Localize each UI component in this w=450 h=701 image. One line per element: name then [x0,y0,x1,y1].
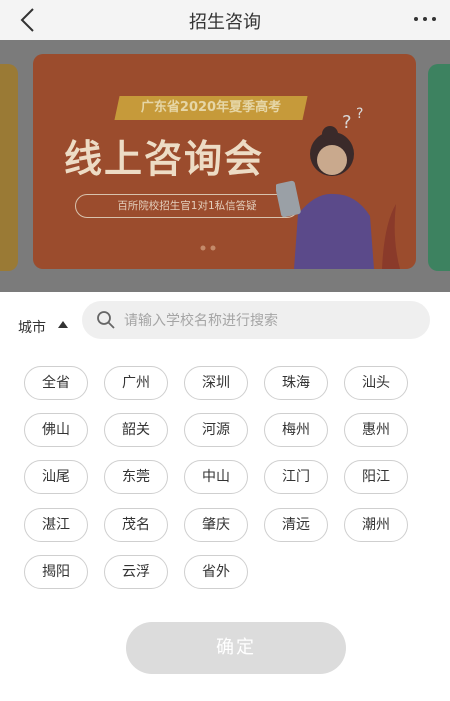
carousel-indicator [200,245,216,251]
confirm-button[interactable]: 确定 [126,622,346,674]
city-filter-label[interactable]: 城市 [18,317,46,337]
city-chip[interactable]: 广州 [104,366,168,400]
city-chip[interactable]: 阳江 [344,460,408,494]
top-bar: 招生咨询 [0,0,450,40]
search-bar[interactable] [82,301,430,341]
city-chip[interactable]: 梅州 [264,413,328,447]
search-icon [97,311,115,329]
city-chip[interactable]: 省外 [184,555,248,589]
city-chip[interactable]: 揭阳 [24,555,88,589]
city-chip[interactable]: 汕头 [344,366,408,400]
city-chip[interactable]: 汕尾 [24,460,88,494]
more-icon[interactable] [414,17,436,21]
banner-carousel[interactable]: 广东省2020年夏季高考 线上咨询会 百所院校招生官1对1私信答疑 ? ? [0,40,450,292]
banner-subtitle: 百所院校招生官1对1私信答疑 [75,194,299,218]
city-chip[interactable]: 惠州 [344,413,408,447]
banner-slide[interactable]: 广东省2020年夏季高考 线上咨询会 百所院校招生官1对1私信答疑 ? ? [33,54,416,269]
caret-up-icon[interactable] [58,321,68,328]
svg-text:?: ? [356,106,363,122]
city-chip[interactable]: 肇庆 [184,508,248,542]
city-chip[interactable]: 潮州 [344,508,408,542]
city-chip[interactable]: 韶关 [104,413,168,447]
city-chip[interactable]: 湛江 [24,508,88,542]
city-chip[interactable]: 全省 [24,366,88,400]
city-chip[interactable]: 珠海 [264,366,328,400]
banner-prev-slide[interactable] [0,64,18,271]
city-chip[interactable]: 深圳 [184,366,248,400]
city-chip[interactable]: 东莞 [104,460,168,494]
city-chip[interactable]: 云浮 [104,555,168,589]
city-chip[interactable]: 清远 [264,508,328,542]
banner-next-slide[interactable] [428,64,450,271]
girl-with-phone-illustration: ? ? [276,106,400,269]
city-chip[interactable]: 佛山 [24,413,88,447]
school-search-input[interactable] [122,301,416,341]
banner-headline: 线上咨询会 [64,137,265,181]
city-chip[interactable]: 中山 [184,460,248,494]
city-chip[interactable]: 江门 [264,460,328,494]
svg-text:?: ? [342,112,352,133]
page-title: 招生咨询 [189,12,261,33]
city-chip[interactable]: 茂名 [104,508,168,542]
city-chip[interactable]: 河源 [184,413,248,447]
